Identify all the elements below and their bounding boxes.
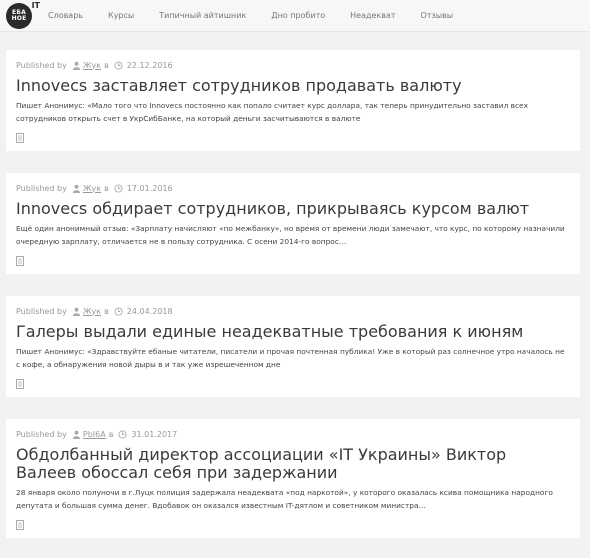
post-excerpt: 28 января около полуночи в г.Луцк полици… [16,488,553,510]
nav-item-neadekvat[interactable]: Неадекват [350,11,395,20]
post-excerpt: Ещё один анонимный отзыв: «Зарплату начи… [16,224,565,246]
nav-item-tipichnyy-aytishnik[interactable]: Типичный айтишник [159,11,246,20]
post-author-link[interactable]: PbI6A [83,430,106,439]
in-label: в [104,60,109,70]
post-title[interactable]: Innovecs обдирает сотрудников, прикрывая… [16,200,570,218]
post-card: Published by Жук в 22.12.2016 Innovecs з… [6,50,580,151]
main-menu: Словарь Курсы Типичный айтишник Дно проб… [48,11,478,20]
post-excerpt: Пишет Анонимус: «Здравствуйте ебаные чит… [16,347,565,369]
post-author-link[interactable]: Жук [83,184,101,193]
clock-icon [114,306,123,316]
logo-superscript: IT [31,0,40,10]
published-by-label: Published by [16,183,67,193]
document-icon[interactable] [16,379,24,389]
post-title[interactable]: Галеры выдали единые неадекватные требов… [16,323,570,341]
post-meta: Published by Жук в 17.01.2016 [16,182,570,194]
clock-icon [118,429,127,439]
in-label: в [104,183,109,193]
published-by-label: Published by [16,306,67,316]
published-by-label: Published by [16,60,67,70]
document-icon[interactable] [16,133,24,143]
document-icon[interactable] [16,520,24,530]
top-navigation-bar: ЕБА НОЕ IT Словарь Курсы Типичный айтишн… [0,0,590,32]
post-card: Published by PbI6A в 31.01.2017 Обдолбан… [6,419,580,538]
post-date: 31.01.2017 [131,429,178,439]
post-date: 22.12.2016 [126,60,173,70]
user-icon [72,430,80,439]
in-label: в [104,306,109,316]
post-date: 17.01.2016 [126,183,173,193]
post-card: Published by Жук в 17.01.2016 Innovecs о… [6,173,580,274]
site-logo[interactable]: ЕБА НОЕ IT [6,1,40,29]
in-label: в [108,429,114,439]
logo-text: ЕБА НОЕ [11,8,27,22]
nav-item-otzyvy[interactable]: Отзывы [421,11,454,20]
published-by-label: Published by [16,429,67,439]
nav-item-slovar[interactable]: Словарь [48,11,83,20]
post-meta: Published by Жук в 24.04.2018 [16,305,570,317]
post-author-link[interactable]: Жук [83,307,101,316]
nav-item-kursy[interactable]: Курсы [108,11,134,20]
nav-item-dno-probito[interactable]: Дно пробито [271,11,325,20]
post-feed: Published by Жук в 22.12.2016 Innovecs з… [0,32,590,538]
clock-icon [114,60,123,70]
post-meta: Published by PbI6A в 31.01.2017 [16,428,570,440]
post-author-link[interactable]: Жук [83,61,101,70]
user-icon [72,61,80,70]
post-meta: Published by Жук в 22.12.2016 [16,59,570,71]
document-icon[interactable] [16,256,24,266]
post-date: 24.04.2018 [126,306,173,316]
post-title[interactable]: Innovecs заставляет сотрудников продават… [16,77,570,95]
post-excerpt: Пишет Анонимус: «Мало того что Innovecs … [16,101,528,123]
clock-icon [114,183,123,193]
post-title[interactable]: Обдолбанный директор ассоциации «IT Укра… [16,446,570,482]
post-card: Published by Жук в 24.04.2018 Галеры выд… [6,296,580,397]
user-icon [72,184,80,193]
user-icon [72,307,80,316]
